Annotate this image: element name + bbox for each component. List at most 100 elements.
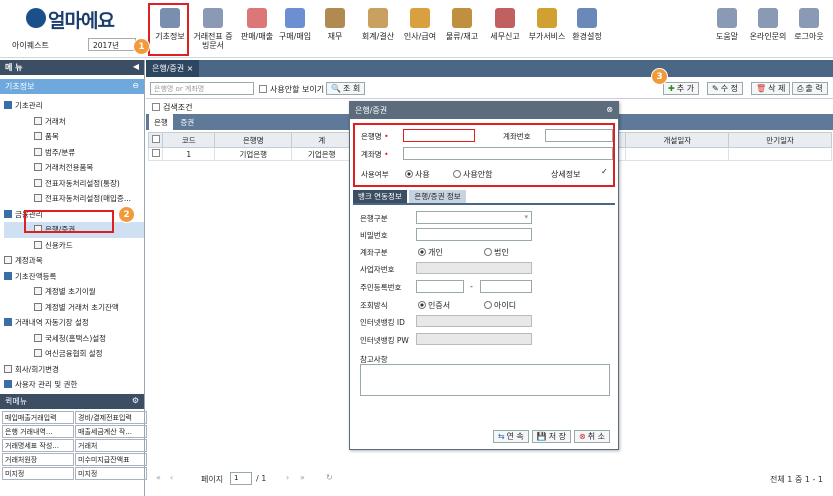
refresh-icon[interactable]: ↻: [326, 473, 333, 482]
tree-item[interactable]: 계정과목: [4, 253, 144, 269]
modal-row-label: 계좌구분: [360, 248, 388, 257]
note-textarea[interactable]: [360, 364, 610, 396]
continue-icon: ⇆: [497, 432, 505, 441]
tab-bank-info[interactable]: 은행/증권 정보: [409, 190, 466, 203]
tab-bank-securities[interactable]: 은행/증권 ×: [146, 60, 200, 77]
tree-item-label: 신용카드: [45, 240, 73, 250]
toolbar-button-6[interactable]: 인사/급여: [400, 6, 440, 54]
rrn-front-input[interactable]: [416, 280, 464, 293]
tree-item-label: 계정별 초기이월: [45, 287, 96, 296]
continue-button[interactable]: ⇆ 연 속: [492, 430, 529, 443]
quickmenu-item[interactable]: 거래처: [75, 439, 147, 452]
tree-item[interactable]: 사용자 관리 및 권한: [4, 377, 144, 393]
toolbar-right-button-1[interactable]: 온라인문의: [748, 6, 788, 54]
tree-item[interactable]: 전표자동처리설정(매입증...: [4, 191, 144, 207]
save-button[interactable]: 💾 저 장: [531, 430, 572, 443]
toolbar-button-3[interactable]: 구매/매입: [275, 6, 315, 54]
tab-bank-link[interactable]: 뱅크 연동정보: [353, 190, 407, 203]
toolbar-icon: [495, 8, 515, 28]
subtab-bank[interactable]: 은행: [149, 114, 173, 130]
radio-option-1[interactable]: 인증서: [418, 300, 450, 311]
quickmenu-item[interactable]: 미지정: [75, 467, 147, 480]
detail-check-icon[interactable]: ✓: [601, 167, 608, 176]
tree-item[interactable]: 여신금융협회 설정: [4, 346, 144, 362]
search-input[interactable]: 은행명 or 계좌명: [150, 82, 254, 95]
radio-option-1[interactable]: 개인: [418, 247, 443, 258]
rrn-back-input[interactable]: [480, 280, 532, 293]
edit-button[interactable]: ✎ 수 정: [707, 82, 743, 95]
toolbar-right-button-0[interactable]: 도움말: [707, 6, 747, 54]
modal-title: 은행/증권 ⊗: [350, 102, 618, 119]
gear-icon[interactable]: ⚙: [132, 396, 139, 405]
tree-item[interactable]: 품목: [4, 129, 144, 145]
close-icon[interactable]: ⊗: [606, 105, 613, 114]
add-button[interactable]: ✚ 추 가: [663, 82, 699, 95]
tree-item[interactable]: 기초관리: [4, 98, 144, 114]
first-page-icon[interactable]: «: [156, 473, 161, 482]
subtab-securities[interactable]: 증권: [175, 114, 199, 130]
quickmenu-item[interactable]: 은행 거래내역...: [2, 425, 74, 438]
sidebar-section[interactable]: 기초정보 ⊖: [0, 79, 144, 94]
next-page-icon[interactable]: ›: [286, 473, 289, 482]
minus-icon[interactable]: ⊖: [132, 81, 139, 90]
prev-page-icon[interactable]: ‹: [170, 473, 173, 482]
tree-item[interactable]: 신용카드: [4, 238, 144, 254]
toolbar-button-10[interactable]: 환경설정: [567, 6, 607, 54]
toolbar-icon: [577, 8, 597, 28]
tree-item[interactable]: 계정별 초기이월: [4, 284, 144, 300]
select-all-header[interactable]: [147, 132, 164, 148]
toolbar-button-4[interactable]: 재무: [315, 6, 355, 54]
radio-option-2[interactable]: 아이디: [484, 300, 516, 311]
cancel-button[interactable]: ⊗ 취 소: [574, 430, 610, 443]
quickmenu-item[interactable]: 거래명세표 작성...: [2, 439, 74, 452]
last-page-icon[interactable]: »: [300, 473, 305, 482]
tree-item[interactable]: 기초잔액등록: [4, 269, 144, 285]
bank-name-input[interactable]: [403, 129, 475, 142]
toolbar-label: 구매/매입: [278, 32, 312, 41]
tree-item[interactable]: 전표자동처리설정(통장): [4, 176, 144, 192]
document-icon: [34, 302, 42, 311]
toolbar-button-9[interactable]: 부가서비스: [527, 6, 567, 54]
quickmenu-item[interactable]: 미지정: [2, 467, 74, 480]
toolbar-button-7[interactable]: 물류/재고: [442, 6, 482, 54]
bank-type-select[interactable]: ▾: [416, 211, 532, 224]
tree-item[interactable]: 거래내역 자동기장 설정: [4, 315, 144, 331]
account-name-input[interactable]: [403, 147, 613, 160]
document-icon: [34, 116, 42, 125]
tree-item[interactable]: 거래처: [4, 114, 144, 130]
toolbar-right-button-2[interactable]: 로그아웃: [789, 6, 829, 54]
use-radio[interactable]: 사용: [405, 169, 430, 180]
toolbar-label: 환경설정: [572, 32, 602, 41]
toolbar-icon: [203, 8, 223, 28]
account-no-input[interactable]: [545, 129, 613, 142]
toolbar-button-8[interactable]: 세무신고: [485, 6, 525, 54]
toolbar-label: 판매/매출: [240, 32, 274, 41]
quickmenu-item[interactable]: 매출세금계산 작...: [75, 425, 147, 438]
quickmenu-item[interactable]: 매입매출거래입력: [2, 411, 74, 424]
delete-button[interactable]: 🗑 삭 제: [751, 82, 791, 95]
unused-radio[interactable]: 사용안함: [453, 169, 492, 180]
row-checkbox[interactable]: [147, 147, 164, 161]
toolbar-button-1[interactable]: 거래전표 증빙문서: [193, 6, 233, 54]
password-input[interactable]: [416, 228, 532, 241]
show-unused-checkbox[interactable]: [259, 85, 267, 93]
tree-item[interactable]: 국세청(홈택스)설정: [4, 331, 144, 347]
radio-option-2[interactable]: 법인: [484, 247, 509, 258]
quickmenu-item[interactable]: 거래처원장: [2, 453, 74, 466]
search-button[interactable]: 🔍 조 회: [326, 82, 366, 95]
conditions-checkbox[interactable]: [152, 103, 160, 111]
toolbar-label: 세무신고: [490, 32, 520, 41]
highlight-bank-menu: [24, 210, 114, 233]
toolbar-button-2[interactable]: 판매/매출: [237, 6, 277, 54]
collapse-icon[interactable]: ◀: [133, 62, 139, 71]
toolbar-button-5[interactable]: 회계/결산: [358, 6, 398, 54]
print-button[interactable]: ⎙ 출 력: [792, 82, 828, 95]
tree-item[interactable]: 범주/분류: [4, 145, 144, 161]
tree-item[interactable]: 거래처전용품목: [4, 160, 144, 176]
tree-item[interactable]: 계정별 거래처 초기잔액: [4, 300, 144, 316]
quickmenu-item[interactable]: 경비/결제전표입력: [75, 411, 147, 424]
tree-item[interactable]: 회사/회기변경: [4, 362, 144, 378]
page-input[interactable]: 1: [230, 472, 252, 485]
quickmenu-item[interactable]: 미수미지급잔액표: [75, 453, 147, 466]
year-select[interactable]: 2017년: [88, 38, 136, 51]
